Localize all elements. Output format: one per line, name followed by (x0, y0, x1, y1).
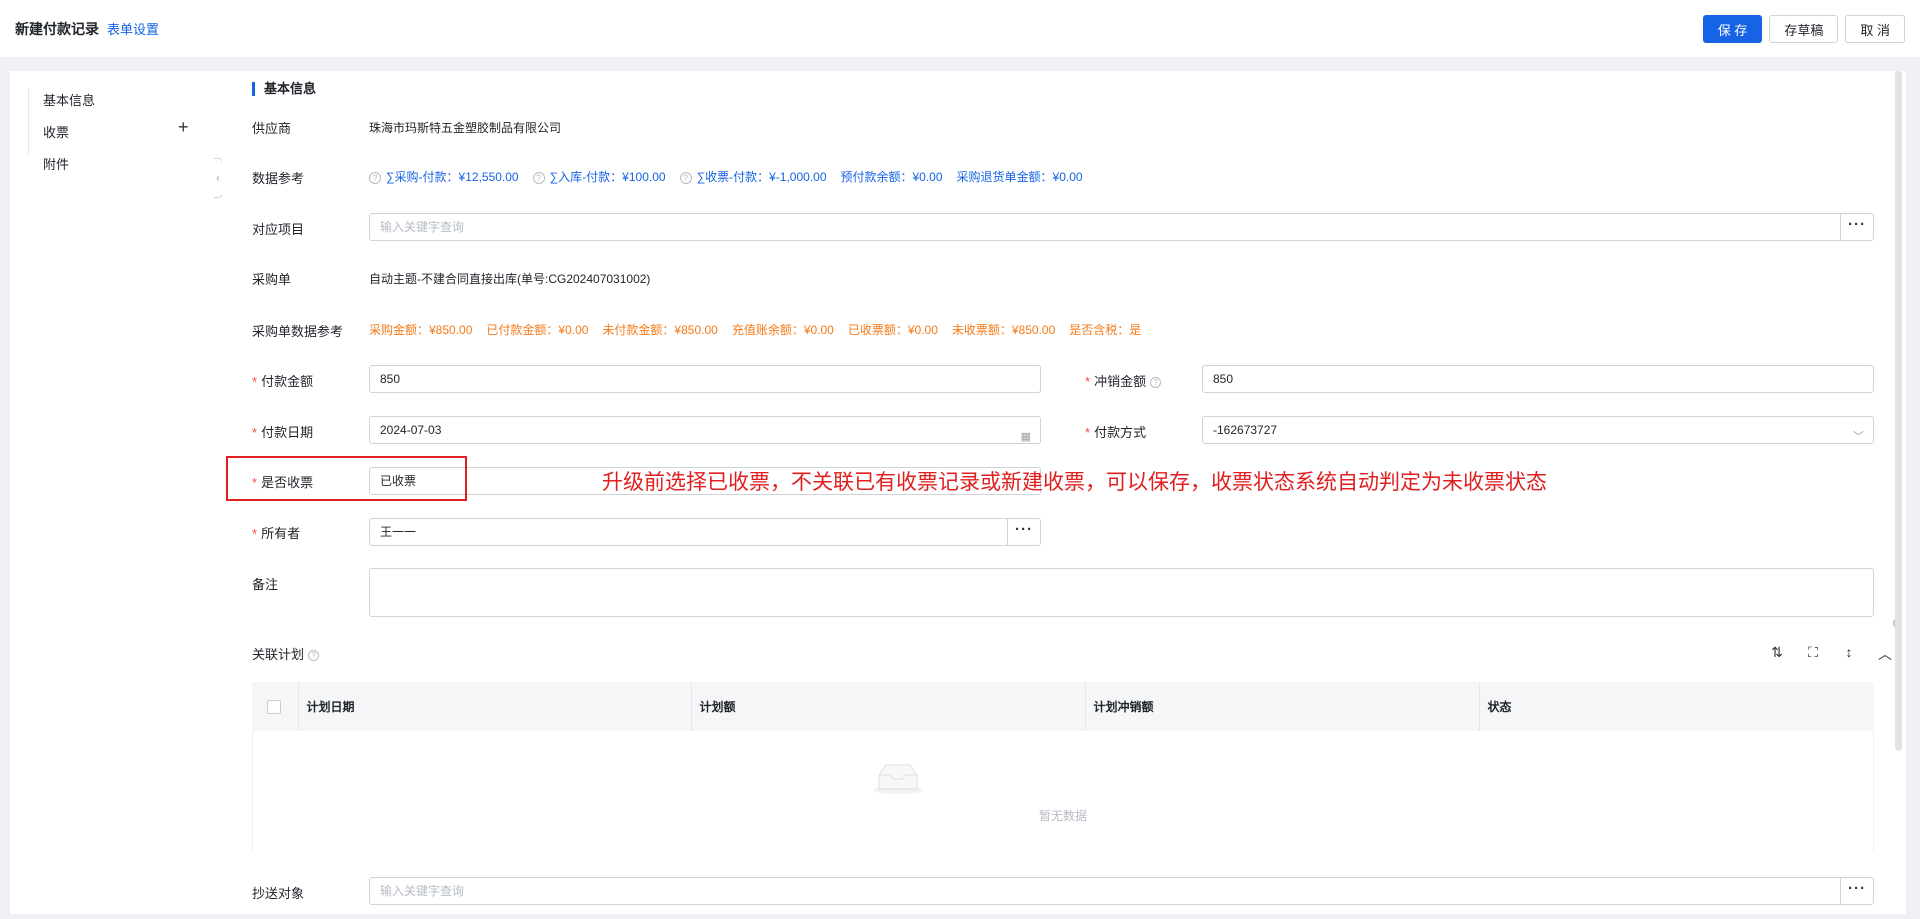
cc-input[interactable]: 输入关键字查询 (369, 877, 1848, 905)
method-label: * 付款方式 (1085, 425, 1147, 440)
plan-table: 计划日期 计划额 计划冲销额 状态 (252, 682, 1874, 731)
cancel-button[interactable]: 取 消 (1845, 15, 1905, 43)
nav-item-basic-info[interactable]: 基本信息 (43, 90, 95, 109)
annotation-highlight-box (226, 456, 467, 501)
supplier-label: 供应商 (252, 121, 292, 136)
remark-label: 备注 (252, 577, 279, 592)
ref-invoice: ? ∑收票-付款：¥-1,000.00 (679, 168, 827, 185)
data-ref-line: ? ∑采购-付款：¥12,550.00 ? ∑入库-付款：¥100.00 ? ∑收票-… (369, 168, 1083, 185)
cc-label: 抄送对象 (252, 886, 305, 901)
amount-label: * 付款金额 (252, 374, 314, 389)
owner-more-button[interactable]: ··· (1007, 518, 1041, 546)
empty-box-icon (873, 764, 923, 794)
help-icon[interactable]: ? (308, 650, 320, 661)
po-label: 采购单 (252, 272, 292, 287)
calendar-icon: ▦ (1020, 431, 1031, 443)
nav-item-invoice[interactable]: 收票 (43, 122, 69, 141)
help-icon[interactable]: ? (1150, 377, 1162, 388)
po-ref-balance: 充值账余额：¥0.00 (731, 323, 834, 337)
po-ref-label: 采购单数据参考 (252, 324, 344, 339)
help-icon[interactable]: ? (532, 172, 545, 184)
table-header-row: 计划日期 计划额 计划冲销额 状态 (252, 682, 1874, 731)
annotation-text: 升级前选择已收票，不关联已有收票记录或新建收票，可以保存，收票状态系统自动判定为… (602, 470, 1547, 494)
col-plan-date: 计划日期 (298, 682, 692, 731)
amount-input[interactable]: 850 (369, 365, 1041, 393)
method-select[interactable]: -162673727 ﹀ (1202, 416, 1874, 444)
po-ref-tax: 是否含税：是 (1069, 323, 1142, 337)
nav-item-attachment[interactable]: 附件 (43, 154, 69, 173)
date-label: * 付款日期 (252, 425, 314, 440)
empty-text: 暂无数据 (1038, 809, 1087, 823)
cc-more-button[interactable]: ··· (1840, 877, 1874, 905)
fullscreen-icon[interactable]: ⛶ (1804, 644, 1822, 664)
select-all-checkbox[interactable] (267, 699, 281, 714)
page-title: 新建付款记录 (15, 20, 99, 37)
owner-input[interactable]: 王一一 (369, 518, 1009, 546)
resize-icon[interactable]: ↕ (1840, 644, 1858, 664)
project-input[interactable]: 输入关键字查询 (369, 213, 1848, 241)
po-ref-uninvoiced: 未收票额：¥850.00 (951, 323, 1056, 337)
chevron-down-icon: ﹀ (1853, 431, 1864, 443)
po-ref-invoiced: 已收票额：¥0.00 (847, 323, 938, 337)
ref-return: 采购退货单金额：¥0.00 (956, 170, 1083, 184)
col-plan-amount: 计划额 (691, 682, 1086, 731)
po-ref-paid: 已付款金额：¥0.00 (486, 323, 589, 337)
nav-line (28, 89, 29, 155)
offset-input[interactable]: 850 (1202, 365, 1874, 393)
add-invoice-icon[interactable]: + (178, 118, 189, 136)
page-header: 新建付款记录 表单设置 保 存 存草稿 取 消 (0, 0, 1920, 57)
owner-label: * 所有者 (252, 526, 301, 541)
ref-warehouse: ? ∑入库-付款：¥100.00 (532, 168, 666, 185)
plan-table-empty: 暂无数据 (252, 731, 1874, 853)
help-icon[interactable]: ? (679, 172, 692, 184)
select-all-cell (252, 682, 299, 731)
save-draft-button[interactable]: 存草稿 (1769, 15, 1839, 43)
header-actions: 保 存 存草稿 取 消 (1702, 15, 1905, 43)
data-ref-label: 数据参考 (252, 171, 305, 186)
scrollbar[interactable] (1895, 71, 1902, 751)
supplier-value: 珠海市玛斯特五金塑胶制品有限公司 (369, 121, 562, 135)
ref-purchase: ? ∑采购-付款：¥12,550.00 (369, 168, 519, 185)
date-input[interactable]: 2024-07-03 ▦ (369, 416, 1041, 444)
form-settings-link[interactable]: 表单设置 (107, 19, 159, 38)
section-title: 基本信息 (252, 82, 316, 96)
collapse-icon[interactable]: ︿ (1876, 644, 1894, 664)
row-height-icon[interactable]: ⇅ (1768, 644, 1786, 664)
project-more-button[interactable]: ··· (1840, 213, 1874, 241)
plan-toolbar: ⇅ ⛶ ↕ ︿ (1768, 644, 1894, 664)
plan-label: 关联计划? (252, 644, 320, 663)
offset-label: * 冲销金额? (1085, 371, 1162, 390)
po-ref-line: 采购金额：¥850.00 已付款金额：¥0.00 未付款金额：¥850.00 充… (369, 321, 1141, 338)
po-ref-unpaid: 未付款金额：¥850.00 (602, 323, 718, 337)
po-value: 自动主题-不建合同直接出库(单号:CG202407031002) (369, 272, 651, 286)
po-ref-amount: 采购金额：¥850.00 (369, 323, 473, 337)
help-icon[interactable]: ? (369, 172, 381, 184)
save-button[interactable]: 保 存 (1702, 15, 1763, 43)
col-status: 状态 (1479, 682, 1874, 731)
section-nav: 基本信息 收票 + 附件 (10, 71, 222, 914)
ref-prepay: 预付款余额：¥0.00 (840, 170, 943, 184)
remark-textarea[interactable] (369, 568, 1874, 617)
col-plan-offset: 计划冲销额 (1085, 682, 1480, 731)
project-label: 对应项目 (252, 222, 305, 237)
